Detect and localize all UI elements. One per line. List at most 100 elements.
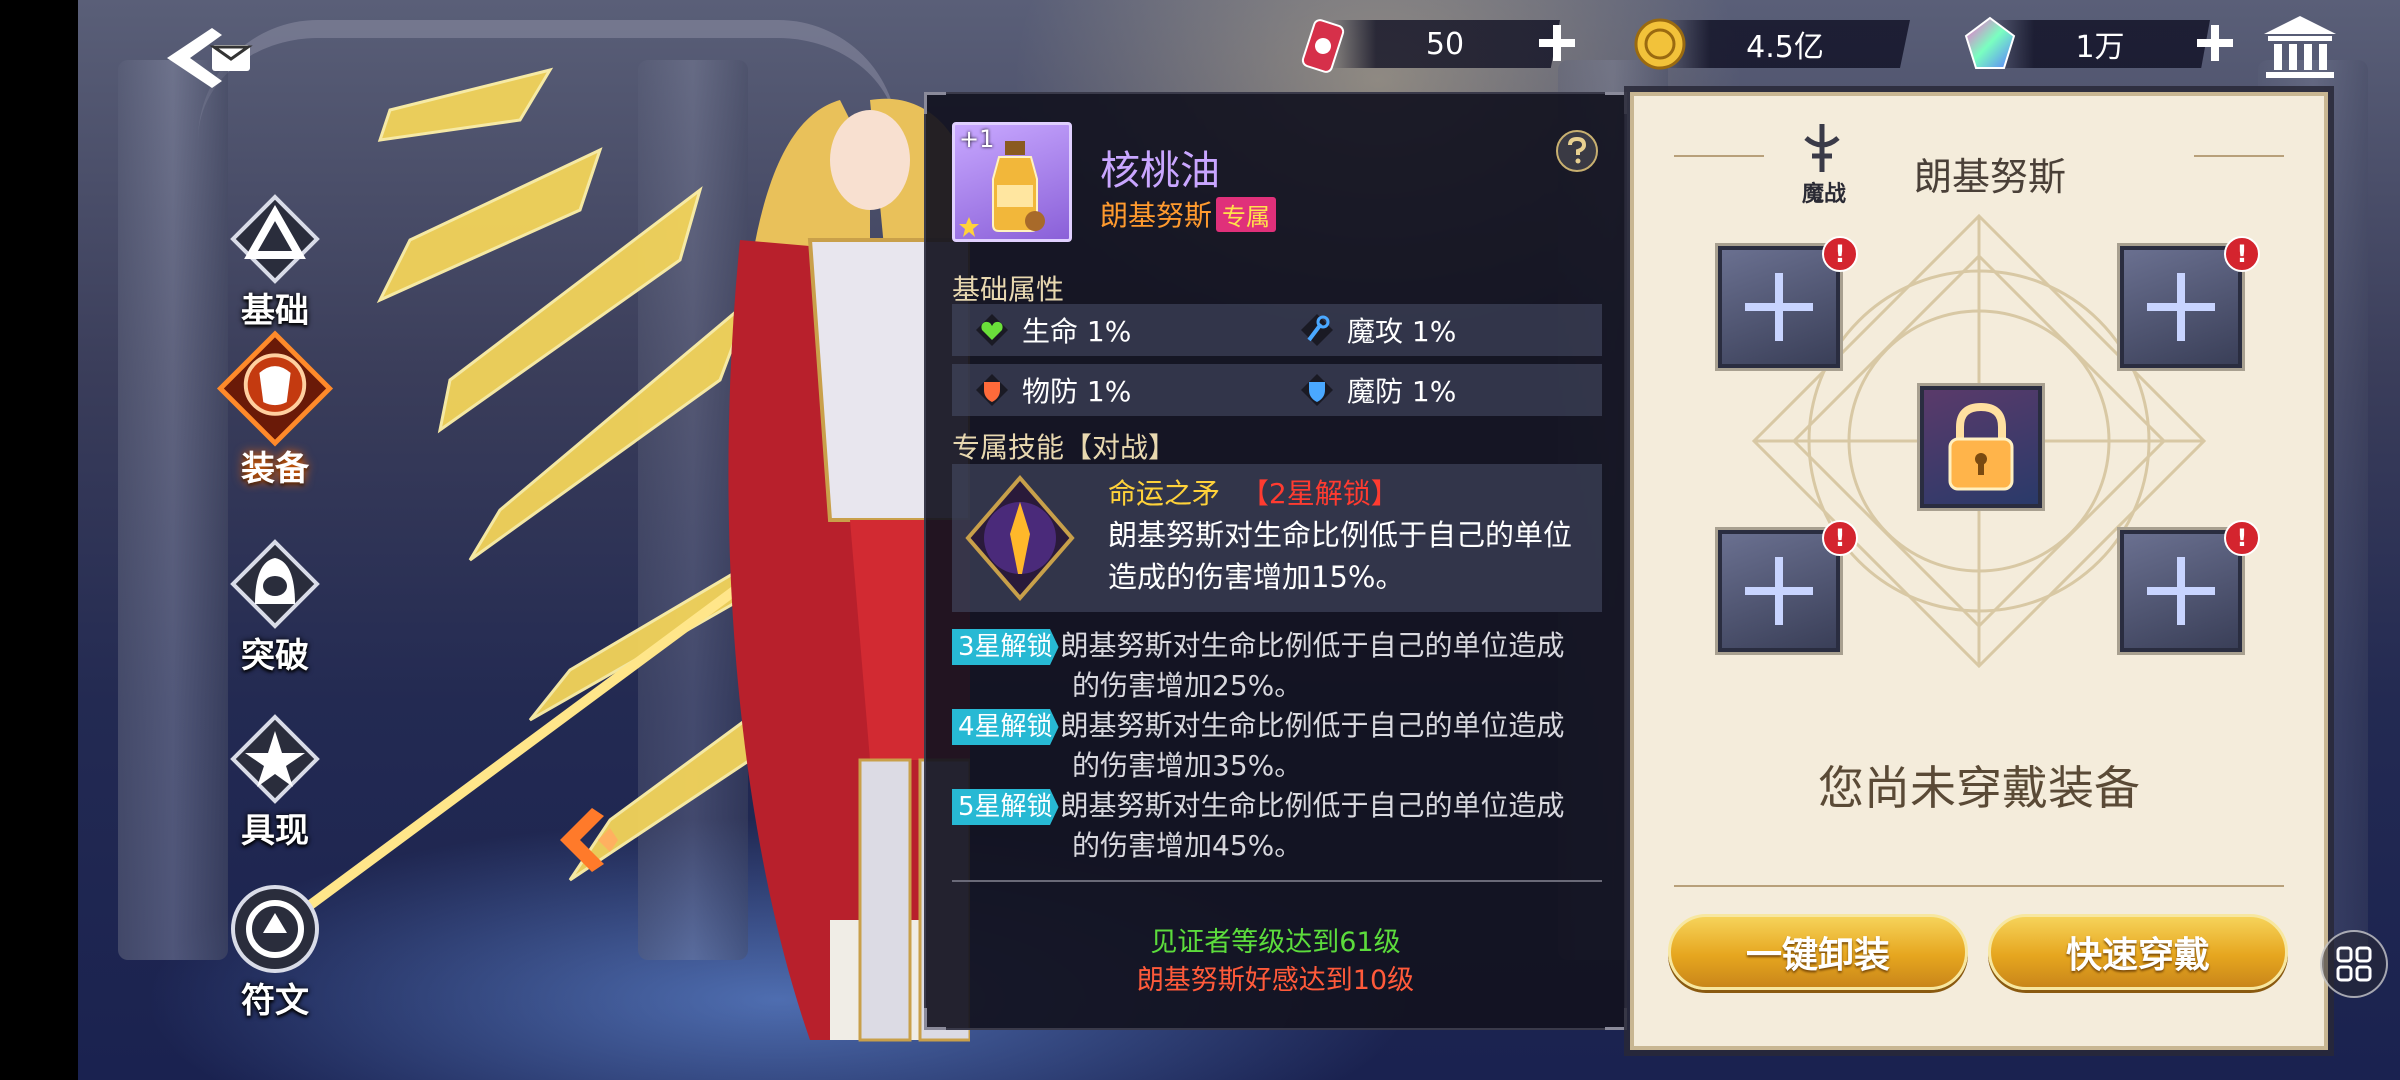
star-rank-icon	[959, 217, 979, 237]
item-name: 核桃油	[1100, 148, 1220, 194]
unequip-all-button[interactable]: 一键卸装	[1668, 914, 1968, 990]
home-button[interactable]	[2262, 14, 2338, 80]
back-arrow-icon	[167, 27, 253, 88]
item-owner: 朗基努斯	[1100, 199, 1213, 232]
equipment-slot-top-left[interactable]: !	[1718, 236, 1858, 368]
attribute-row: 生命 1% 魔攻 1%	[952, 304, 1602, 356]
add-gem-button[interactable]	[2190, 18, 2240, 68]
nav-tab-equipment[interactable]: 装备	[190, 330, 360, 490]
hood-emblem-icon	[230, 538, 320, 629]
skill-lock: 【2星解锁】	[1240, 477, 1399, 510]
chevron-left-icon	[560, 808, 618, 872]
equipment-slot-center-locked[interactable]	[1920, 386, 2042, 508]
resource-value: 4.5亿	[1746, 30, 1824, 65]
nav-tab-basic[interactable]: 基础	[190, 180, 360, 340]
back-button[interactable]	[130, 10, 290, 105]
class-emblem-icon	[1804, 124, 1840, 172]
attribute-text: 生命 1%	[1022, 315, 1132, 348]
exclusive-tag: 专属	[1216, 196, 1277, 232]
attribute-matk: 魔攻 1%	[1277, 310, 1602, 350]
alert-badge-icon: !	[2224, 236, 2260, 272]
resource-value: 50	[1425, 26, 1465, 62]
resource-stamina: 50	[1330, 20, 1560, 68]
floating-menu-button[interactable]	[2320, 930, 2388, 998]
base-attributes-title: 基础属性	[952, 273, 1065, 306]
heart-icon	[976, 314, 1008, 346]
resource-gold: 4.5亿	[1660, 20, 1910, 68]
plus-icon	[1539, 25, 1575, 61]
plus-icon	[1745, 557, 1813, 625]
attribute-text: 物防 1%	[1022, 375, 1132, 408]
upgrade-text: 的伤害增加35%。	[1072, 749, 1303, 782]
star-unlock-badge: 5星解锁	[952, 789, 1059, 825]
attribute-text: 魔防 1%	[1347, 375, 1457, 408]
equipment-slot-top-right[interactable]: !	[2120, 236, 2260, 368]
star-emblem-icon	[230, 713, 320, 804]
equipment-slot-bottom-left[interactable]: !	[1718, 520, 1858, 652]
panel-corner	[1605, 1008, 1627, 1030]
skill-upgrade-row: 4星解锁 朗基努斯对生命比例低于自己的单位造成 的伤害增加35%。	[952, 706, 1612, 786]
plus-icon	[1745, 273, 1813, 341]
star-unlock-badge: 3星解锁	[952, 629, 1059, 665]
nav-tab-breakthrough[interactable]: 突破	[190, 525, 360, 685]
attribute-row: 物防 1% 魔防 1%	[952, 364, 1602, 416]
upgrade-text: 朗基努斯对生命比例低于自己的单位造成	[1060, 709, 1565, 742]
alert-badge-icon: !	[1822, 236, 1858, 272]
alert-badge-icon: !	[1822, 520, 1858, 556]
nav-tab-label: 基础	[241, 290, 309, 331]
temple-home-icon	[2264, 16, 2336, 78]
gold-coin-icon	[1634, 18, 1686, 70]
rainbow-gem-icon	[1964, 16, 2016, 69]
resource-gem: 1万	[1990, 20, 2210, 68]
item-owner-line: 朗基努斯 专属	[1100, 194, 1277, 234]
hero-name: 朗基努斯	[1914, 155, 2067, 199]
nav-tab-manifest[interactable]: 具现	[190, 700, 360, 860]
collapse-panel-button[interactable]	[552, 800, 622, 880]
skill-name-line: 命运之矛 【2星解锁】	[1108, 472, 1399, 512]
upgrade-text: 朗基努斯对生命比例低于自己的单位造成	[1060, 789, 1565, 822]
attribute-text: 魔攻 1%	[1347, 315, 1457, 348]
upgrade-text: 朗基努斯对生命比例低于自己的单位造成	[1060, 629, 1565, 662]
item-detail-panel: +1 核桃油 朗基努斯 专属 基础属性 生命 1% 魔攻 1% 物防 1% 魔防…	[924, 92, 1627, 1030]
armor-emblem-icon	[216, 330, 334, 447]
upgrade-text: 的伤害增加45%。	[1072, 829, 1303, 862]
nav-tab-label: 装备	[241, 449, 309, 489]
quick-equip-button[interactable]: 快速穿戴	[1988, 914, 2288, 990]
item-icon-frame: +1	[952, 122, 1072, 242]
panel-corner	[924, 92, 946, 114]
triangle-emblem-icon	[230, 193, 320, 284]
skill-name: 命运之矛	[1108, 477, 1221, 510]
plus-icon	[2147, 273, 2215, 341]
shield-icon	[976, 374, 1008, 406]
rune-emblem-icon	[231, 884, 319, 973]
skill-box: 命运之矛 【2星解锁】 朗基努斯对生命比例低于自己的单位 造成的伤害增加15%。	[952, 464, 1602, 612]
skill-upgrade-row: 5星解锁 朗基努斯对生命比例低于自己的单位造成 的伤害增加45%。	[952, 786, 1612, 866]
condition-line-1: 见证者等级达到61级	[1150, 927, 1401, 958]
spear-of-destiny-skill-icon	[965, 474, 1075, 602]
upgrade-text: 的伤害增加25%。	[1072, 669, 1303, 702]
star-unlock-badge: 4星解锁	[952, 709, 1059, 745]
plus-icon	[2197, 25, 2233, 61]
alert-badge-icon: !	[2224, 520, 2260, 556]
panel-corner	[1605, 92, 1627, 114]
skill-desc-2: 造成的伤害增加15%。	[1108, 560, 1405, 594]
grid-menu-icon	[2336, 946, 2372, 982]
empty-equipment-message: 您尚未穿戴装备	[1818, 761, 2140, 815]
staff-icon	[1301, 314, 1333, 346]
question-mark-icon	[1568, 137, 1587, 164]
nav-tab-label: 突破	[241, 635, 309, 676]
resource-value: 1万	[2075, 30, 2125, 65]
nav-tab-rune[interactable]: 符文	[190, 870, 360, 1030]
exclusive-skill-title: 专属技能【对战】	[952, 431, 1177, 464]
hero-character-illustration	[287, 67, 970, 1042]
skill-upgrade-row: 3星解锁 朗基努斯对生命比例低于自己的单位造成 的伤害增加25%。	[952, 626, 1612, 706]
divider	[952, 880, 1602, 882]
equipment-slot-bottom-right[interactable]: !	[2120, 520, 2260, 652]
attribute-mdef: 魔防 1%	[1277, 370, 1602, 410]
panel-corner	[924, 1008, 946, 1030]
lock-icon	[1948, 402, 2014, 491]
help-button[interactable]	[1556, 130, 1598, 172]
add-stamina-button[interactable]	[1532, 18, 1582, 68]
nav-tab-label: 符文	[241, 980, 309, 1021]
red-can-icon	[1301, 19, 1345, 73]
